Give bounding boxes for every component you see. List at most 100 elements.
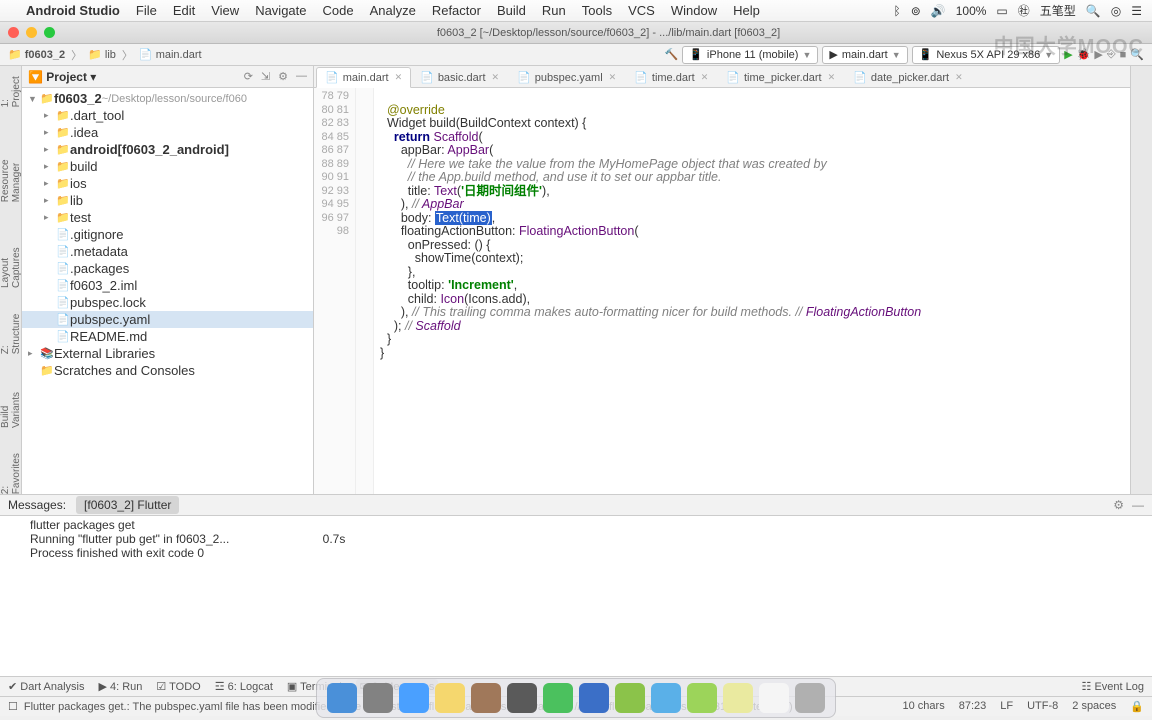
messages-tab[interactable]: [f0603_2] Flutter — [76, 496, 179, 514]
tree-scratches[interactable]: 📁Scratches and Consoles — [22, 362, 313, 379]
project-tree[interactable]: ▼📁f0603_2 ~/Desktop/lesson/source/f060▸📁… — [22, 88, 313, 494]
status-icon[interactable]: ☐ — [8, 700, 18, 713]
tree-item[interactable]: 📄.metadata — [22, 243, 313, 260]
tab-dart-analysis[interactable]: ✔ Dart Analysis — [8, 680, 84, 693]
menu-run[interactable]: Run — [542, 3, 566, 18]
spotlight-icon[interactable]: 🔍 — [1086, 4, 1101, 18]
run-button[interactable]: ▶ — [1064, 48, 1072, 61]
crumb-project[interactable]: 📁 f0603_2 — [8, 48, 65, 61]
editor-tab[interactable]: 📄date_picker.dart✕ — [844, 67, 972, 88]
editor-tab[interactable]: 📄time.dart✕ — [625, 67, 717, 88]
device-selector[interactable]: 📱iPhone 11 (mobile)▼ — [682, 46, 818, 64]
zoom-icon[interactable] — [44, 27, 55, 38]
collapse-icon[interactable]: ⇲ — [261, 70, 270, 83]
traffic-lights[interactable] — [8, 27, 55, 38]
dock-finder[interactable] — [327, 683, 357, 713]
dock-app1[interactable] — [471, 683, 501, 713]
menu-edit[interactable]: Edit — [173, 3, 195, 18]
siri-icon[interactable]: ◎ — [1111, 4, 1121, 18]
rail-favorites[interactable]: 2: Favorites — [0, 448, 22, 494]
status-lock-icon[interactable]: 🔒 — [1130, 700, 1144, 713]
hide-icon[interactable]: — — [296, 70, 307, 83]
dock-app4[interactable] — [759, 683, 789, 713]
dock-settings[interactable] — [507, 683, 537, 713]
editor-tab[interactable]: 📄pubspec.yaml✕ — [508, 67, 625, 88]
editor-tab[interactable]: 📄time_picker.dart✕ — [717, 67, 844, 88]
settings-icon[interactable]: ⚙ — [278, 70, 288, 83]
tree-item[interactable]: ▸📁ios — [22, 175, 313, 192]
status-indent[interactable]: 2 spaces — [1072, 700, 1116, 713]
rail-project[interactable]: 1: Project — [0, 70, 22, 107]
tree-item[interactable]: 📄pubspec.lock — [22, 294, 313, 311]
menu-tools[interactable]: Tools — [582, 3, 612, 18]
code-editor[interactable]: @override Widget build(BuildContext cont… — [374, 88, 1130, 494]
mac-dock[interactable] — [316, 678, 836, 718]
notification-icon[interactable]: ☰ — [1131, 4, 1142, 18]
tree-ext-libs[interactable]: ▸📚External Libraries — [22, 345, 313, 362]
tab-run[interactable]: ▶ 4: Run — [98, 680, 142, 693]
messages-settings-icon[interactable]: ⚙ — [1113, 498, 1124, 512]
dock-android-studio[interactable] — [615, 683, 645, 713]
close-icon[interactable] — [8, 27, 19, 38]
dock-folder[interactable] — [651, 683, 681, 713]
menu-navigate[interactable]: Navigate — [255, 3, 306, 18]
tab-todo[interactable]: ☑ TODO — [156, 680, 200, 693]
menu-analyze[interactable]: Analyze — [370, 3, 416, 18]
app-name[interactable]: Android Studio — [26, 3, 120, 18]
dock-app3[interactable] — [723, 683, 753, 713]
tree-item[interactable]: ▸📁lib — [22, 192, 313, 209]
status-line-sep[interactable]: LF — [1000, 700, 1013, 713]
ime-label[interactable]: 五笔型 — [1040, 2, 1076, 19]
tree-item[interactable]: 📄pubspec.yaml — [22, 311, 313, 328]
stop-button[interactable]: ■ — [1120, 49, 1127, 61]
menu-window[interactable]: Window — [671, 3, 717, 18]
menu-code[interactable]: Code — [323, 3, 354, 18]
more-run-button[interactable]: ▶ — [1094, 48, 1102, 61]
messages-panel[interactable]: flutter packages get Running "flutter pu… — [0, 516, 1152, 676]
dock-launchpad[interactable] — [363, 683, 393, 713]
menu-help[interactable]: Help — [733, 3, 760, 18]
tree-item[interactable]: ▸📁.dart_tool — [22, 107, 313, 124]
avd-selector[interactable]: 📱Nexus 5X API 29 x86▼ — [912, 46, 1061, 64]
menu-view[interactable]: View — [211, 3, 239, 18]
tab-event-log[interactable]: ☷ Event Log — [1082, 680, 1144, 693]
tree-item[interactable]: 📄README.md — [22, 328, 313, 345]
tree-item[interactable]: 📄.packages — [22, 260, 313, 277]
dock-wps[interactable] — [579, 683, 609, 713]
dock-wechat[interactable] — [543, 683, 573, 713]
editor-tab[interactable]: 📄main.dart✕ — [316, 67, 411, 88]
rail-structure[interactable]: Z: Structure — [0, 308, 22, 354]
rail-variants[interactable]: Build Variants — [0, 374, 22, 428]
tree-item[interactable]: ▸📁android [f0603_2_android] — [22, 141, 313, 158]
run-config-selector[interactable]: ▶main.dart▼ — [822, 46, 907, 64]
tab-logcat[interactable]: ☲ 6: Logcat — [215, 680, 273, 693]
ime-icon[interactable]: ㊓ — [1018, 2, 1030, 19]
menu-build[interactable]: Build — [497, 3, 526, 18]
tree-item[interactable]: 📄.gitignore — [22, 226, 313, 243]
dock-app2[interactable] — [687, 683, 717, 713]
minimize-icon[interactable] — [26, 27, 37, 38]
tree-item[interactable]: ▸📁test — [22, 209, 313, 226]
status-encoding[interactable]: UTF-8 — [1027, 700, 1058, 713]
messages-hide-icon[interactable]: — — [1132, 498, 1144, 512]
tree-root[interactable]: ▼📁f0603_2 ~/Desktop/lesson/source/f060 — [22, 90, 313, 107]
tree-item[interactable]: 📄f0603_2.iml — [22, 277, 313, 294]
menu-file[interactable]: File — [136, 3, 157, 18]
crumb-file[interactable]: 📄 main.dart — [139, 48, 202, 61]
tree-item[interactable]: ▸📁build — [22, 158, 313, 175]
dock-trash[interactable] — [795, 683, 825, 713]
dock-safari[interactable] — [399, 683, 429, 713]
dock-notes[interactable] — [435, 683, 465, 713]
crumb-lib[interactable]: 📁 lib — [88, 48, 116, 61]
tree-item[interactable]: ▸📁.idea — [22, 124, 313, 141]
editor-tab[interactable]: 📄basic.dart✕ — [411, 67, 508, 88]
search-button[interactable]: 🔍 — [1130, 48, 1144, 61]
project-view-label[interactable]: 🔽 Project ▾ — [28, 70, 96, 84]
menu-refactor[interactable]: Refactor — [432, 3, 481, 18]
attach-button[interactable]: ⎆ — [1107, 48, 1116, 61]
rail-resource[interactable]: Resource Manager — [0, 127, 22, 202]
debug-button[interactable]: 🐞 — [1077, 48, 1091, 61]
hammer-icon[interactable]: 🔨 — [665, 48, 679, 61]
rail-captures[interactable]: Layout Captures — [0, 223, 22, 288]
refresh-icon[interactable]: ⟳ — [244, 70, 253, 83]
